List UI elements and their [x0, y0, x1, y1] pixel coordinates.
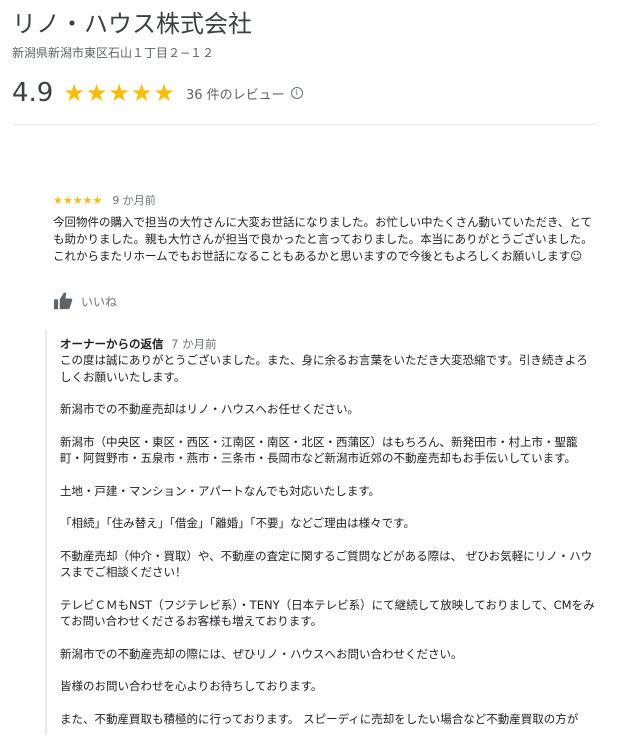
owner-reply: オーナーからの返信 7 か月前 この度は誠にありがとうございました。また、身に余…	[45, 330, 602, 735]
owner-reply-date: 7 か月前	[171, 337, 217, 351]
owner-reply-text: この度は誠にありがとうございました。また、身に余るお言葉をいただき大変恐縮です。…	[60, 352, 595, 743]
owner-reply-paragraph: 新潟市での不動産売却はリノ・ハウスへお任せください。	[60, 402, 359, 416]
owner-reply-paragraph: 土地・戸建・マンション・アパートなんでも対応いたします。	[60, 483, 381, 498]
like-button[interactable]: いいね	[53, 290, 117, 312]
review-text: 今回物件の購入で担当の大竹さんに大変お世話になりました。お忙しい中たくさん動いて…	[53, 215, 593, 263]
business-name: リノ・ハウス株式会社	[12, 10, 252, 38]
review-count[interactable]: 36 件のレビュー	[186, 84, 285, 103]
owner-reply-paragraph: 不動産売却（仲介・買取）や、不動産の査定に関するご質問などがある際は、 ぜひお気…	[60, 548, 593, 580]
owner-reply-paragraph: また、不動産買取も積極的に行っております。 スピーディに売却をしたい場合など不動…	[60, 711, 579, 726]
review-meta: ★★★★★ 9 か月前	[53, 190, 156, 210]
rating-value: 4.9	[12, 78, 54, 108]
owner-reply-paragraph: 新潟市（中央区・東区・西区・江南区・南区・北区・西蒲区）はもちろん、新発田市・村…	[60, 434, 578, 466]
owner-reply-paragraph: この度は誠にありがとうございました。また、身に余るお言葉をいただき大変恐縮です。…	[60, 353, 588, 384]
owner-reply-paragraph: テレビＣＭもNST（フジテレビ系）・TENY（日本テレビ系）にて継続して放映して…	[60, 597, 595, 629]
owner-reply-title: オーナーからの返信	[60, 337, 164, 351]
owner-reply-paragraph: 新潟市での不動産売却の際には、ぜひリノ・ハウスへお問い合わせください。	[60, 646, 463, 661]
business-address: 新潟県新潟市東区石山１丁目２−１２	[12, 46, 215, 60]
review-date: 9 か月前	[112, 194, 156, 207]
like-label: いいね	[81, 294, 118, 309]
owner-reply-paragraph: 皆様のお問い合わせを心よりお待ちしております。	[60, 679, 323, 693]
rating-summary: 4.9 ★★★★★ 36 件のレビュー i	[12, 78, 303, 108]
header-divider	[12, 124, 597, 125]
review-stars: ★★★★★	[53, 193, 103, 207]
thumbs-up-icon	[54, 292, 73, 310]
owner-reply-header: オーナーからの返信 7 か月前	[60, 336, 217, 352]
rating-stars: ★★★★★	[63, 79, 176, 107]
owner-reply-paragraph: 「相続」「住み替え」「借金」「離婚」「不要」などご理由は様々です。	[60, 516, 416, 530]
info-icon[interactable]: i	[290, 87, 303, 99]
